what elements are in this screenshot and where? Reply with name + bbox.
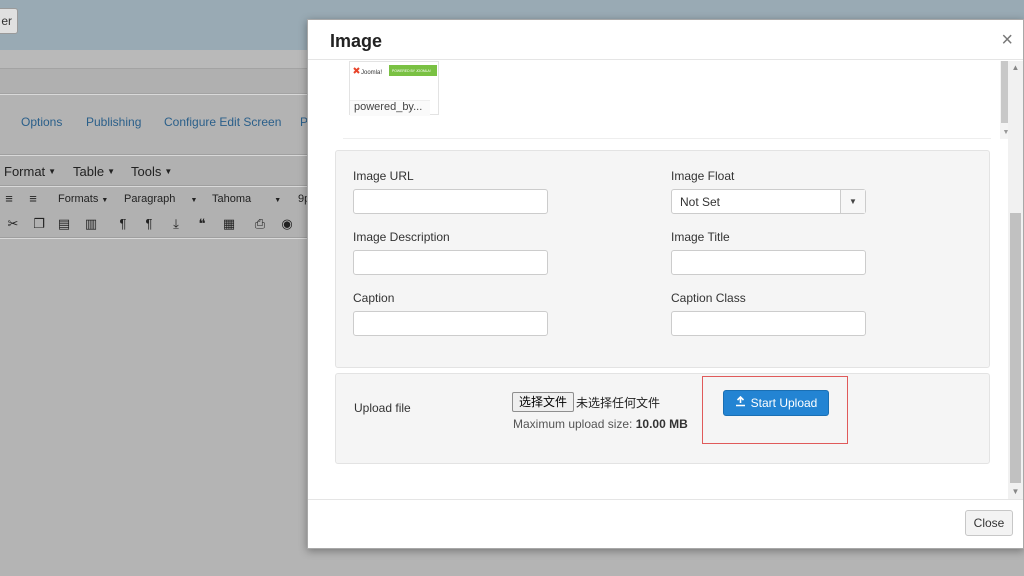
modal-header: Image × [308, 20, 1023, 60]
copy-icon[interactable]: ❐ [32, 217, 46, 231]
thumb-banner-text: POWERED BY JOOMLA! [392, 69, 431, 73]
image-thumbnail[interactable]: Joomla! POWERED BY JOOMLA! powered_by... [349, 61, 439, 116]
thumbnail-filename: powered_by... [350, 100, 430, 116]
paragraph-label: Paragraph [124, 193, 176, 205]
print-icon[interactable]: ⎙ [253, 217, 267, 231]
outdent-icon[interactable]: ≡ [2, 192, 16, 206]
font-dropdown[interactable]: Tahoma ▼ [212, 193, 281, 205]
max-size-label: Maximum upload size: [513, 417, 633, 431]
menu-tools-label: Tools [131, 164, 162, 179]
caret-down-icon: ▼ [274, 197, 282, 204]
indent-icon[interactable]: ≡ [26, 192, 40, 206]
caption-input[interactable] [353, 311, 548, 336]
caret-down-icon: ▼ [107, 167, 115, 176]
modal-footer: Close [308, 499, 1023, 548]
caret-down-icon: ▼ [164, 167, 173, 176]
menu-table[interactable]: Table ▼ [73, 164, 115, 179]
image-title-label: Image Title [671, 230, 730, 244]
image-float-value: Not Set [680, 195, 721, 209]
modal-scrollbar[interactable]: ▲ ▼ [1008, 61, 1023, 499]
caption-class-input[interactable] [671, 311, 866, 336]
template-icon[interactable]: ▦ [222, 217, 236, 231]
menu-table-label: Table [73, 164, 105, 179]
image-description-label: Image Description [353, 230, 450, 244]
menu-tools[interactable]: Tools ▼ [131, 164, 172, 179]
caption-label: Caption [353, 291, 395, 305]
cut-icon[interactable]: ✂ [6, 217, 20, 231]
upload-file-label: Upload file [354, 401, 411, 415]
paste-icon[interactable]: ▤ [57, 217, 71, 231]
image-url-label: Image URL [353, 169, 414, 183]
caret-down-icon: ▼ [190, 197, 198, 204]
tab-configure-edit-screen[interactable]: Configure Edit Screen [164, 115, 281, 129]
rtl-icon[interactable]: ¶ [142, 217, 156, 231]
modal-title: Image [330, 31, 383, 51]
tab-options[interactable]: Options [21, 115, 62, 129]
choose-file-button[interactable]: 选择文件 [512, 392, 575, 412]
caret-down-icon[interactable]: ▼ [840, 190, 865, 213]
max-size-value: 10.00 MB [635, 417, 688, 431]
image-description-input[interactable] [353, 250, 548, 275]
joomla-logo-image: Joomla! POWERED BY JOOMLA! [352, 64, 438, 80]
start-upload-label: Start Upload [750, 396, 818, 410]
max-upload-size: Maximum upload size: 10.00 MB [513, 417, 688, 431]
formats-label: Formats [58, 193, 99, 205]
preview-icon[interactable]: ◉ [280, 217, 294, 231]
font-label: Tahoma [212, 193, 252, 205]
close-button[interactable]: Close [965, 510, 1013, 536]
menu-format[interactable]: Format ▼ [4, 164, 56, 179]
no-file-selected-text: 未选择任何文件 [576, 396, 661, 410]
formats-dropdown[interactable]: Formats ▼ [58, 193, 108, 205]
caption-class-label: Caption Class [671, 291, 746, 305]
scroll-up-arrow-icon[interactable]: ▲ [1008, 61, 1023, 75]
insert-icon[interactable]: ⤓ [169, 217, 183, 231]
image-float-select[interactable]: Not Set ▼ [671, 189, 866, 214]
thumb-logo-text: Joomla! [361, 70, 382, 76]
upload-icon [735, 392, 746, 416]
start-upload-button[interactable]: Start Upload [723, 390, 829, 416]
caret-down-icon: ▼ [101, 197, 109, 204]
image-browser: Joomla! POWERED BY JOOMLA! powered_by...… [343, 61, 1012, 139]
image-float-label: Image Float [671, 169, 735, 183]
image-url-input[interactable] [353, 189, 548, 214]
paste-text-icon[interactable]: ▥ [84, 217, 98, 231]
image-properties-panel: Image URL Image Float Not Set ▼ Image De… [335, 150, 990, 368]
image-modal: Image × Joomla! POWERED BY JOOMLA! power… [307, 19, 1024, 549]
image-title-input[interactable] [671, 250, 866, 275]
tab-publishing[interactable]: Publishing [86, 115, 141, 129]
close-icon[interactable]: × [1001, 30, 1013, 50]
top-bar-button[interactable]: er [0, 8, 18, 34]
ltr-icon[interactable]: ¶ [116, 217, 130, 231]
modal-scroll-thumb[interactable] [1010, 213, 1021, 483]
paragraph-dropdown[interactable]: Paragraph ▼ [124, 193, 197, 205]
menu-format-label: Format [4, 164, 46, 179]
modal-body: Joomla! POWERED BY JOOMLA! powered_by...… [318, 61, 1023, 499]
upload-panel: Upload file 选择文件 未选择任何文件 Maximum upload … [335, 373, 990, 464]
caret-down-icon: ▼ [48, 167, 57, 176]
scroll-down-arrow-icon[interactable]: ▼ [1008, 485, 1023, 499]
blockquote-icon[interactable]: ❝ [195, 217, 209, 231]
